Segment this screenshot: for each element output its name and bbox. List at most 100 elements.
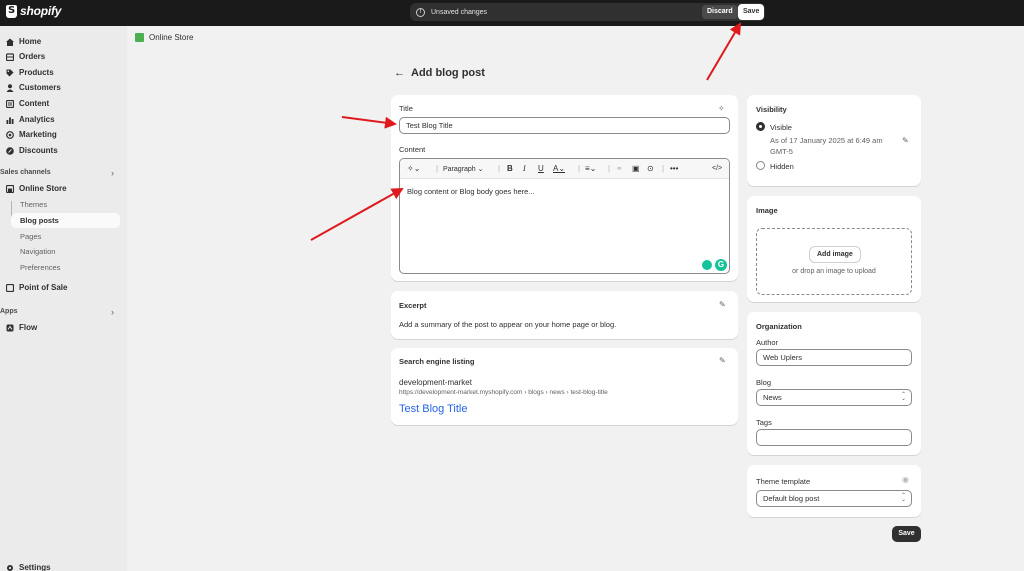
- sidebar-item-customers[interactable]: Customers: [6, 83, 61, 92]
- toolbar-divider: |: [498, 164, 501, 173]
- sidebar-item-home[interactable]: Home: [6, 37, 41, 46]
- sidebar-item-content[interactable]: Content: [6, 99, 49, 108]
- sidebar-item-online-store[interactable]: Online Store: [6, 184, 67, 193]
- text-color-icon[interactable]: A⌄: [553, 164, 565, 173]
- orders-icon: [6, 52, 14, 61]
- link-icon[interactable]: ⚭: [616, 164, 623, 173]
- hidden-radio[interactable]: [756, 161, 765, 170]
- blog-value: News: [763, 393, 782, 402]
- pencil-icon[interactable]: ✎: [902, 136, 909, 145]
- pencil-icon[interactable]: ✎: [719, 300, 726, 309]
- ai-sparkle-icon[interactable]: ✧⌄: [407, 164, 420, 173]
- toolbar-divider: |: [436, 164, 439, 173]
- page-title: ← Add blog post: [394, 67, 485, 79]
- save-button-top[interactable]: Save: [738, 4, 765, 20]
- author-value: Web Uplers: [763, 353, 803, 362]
- shopify-logo[interactable]: shopify: [6, 4, 61, 18]
- align-icon[interactable]: ≡⌄: [585, 164, 596, 173]
- save-button-bottom[interactable]: Save: [892, 526, 921, 542]
- sidebar-item-orders[interactable]: Orders: [6, 52, 45, 61]
- blog-select[interactable]: News ⌃ ⌄: [756, 389, 912, 406]
- sidebar-subitem-pages[interactable]: Pages: [20, 232, 41, 241]
- home-icon: [6, 38, 14, 46]
- sidebar-item-discounts[interactable]: Discounts: [6, 146, 58, 155]
- online-store-icon: [135, 33, 144, 42]
- image-card: Image Add image or drop an image to uplo…: [747, 196, 921, 302]
- breadcrumb-label: Online Store: [149, 33, 194, 42]
- paragraph-select[interactable]: Paragraph ⌄: [443, 165, 484, 173]
- bold-icon[interactable]: B: [507, 164, 513, 173]
- drop-image-text: or drop an image to upload: [792, 268, 876, 275]
- sidebar-item-analytics[interactable]: Analytics: [6, 115, 55, 124]
- breadcrumb[interactable]: Online Store: [135, 33, 193, 42]
- sidebar-subitem-themes[interactable]: Themes: [20, 200, 47, 209]
- sidebar-item-label: Analytics: [19, 115, 55, 124]
- sidebar-item-settings[interactable]: Settings: [6, 563, 51, 571]
- visible-timezone: GMT-5: [770, 147, 793, 156]
- post-card: Title ✧ Test Blog Title Content ✧⌄ | Par…: [391, 95, 738, 281]
- visible-radio[interactable]: [756, 122, 765, 131]
- seo-url: https://development-market.myshopify.com…: [399, 389, 608, 396]
- toolbar-divider: |: [578, 164, 581, 173]
- italic-icon[interactable]: I: [523, 164, 526, 173]
- sidebar-item-flow[interactable]: Flow: [6, 323, 37, 332]
- more-icon[interactable]: •••: [670, 164, 678, 173]
- sidebar-item-label: Online Store: [19, 184, 67, 193]
- sidebar-subitem-preferences[interactable]: Preferences: [20, 263, 60, 272]
- pos-icon: [6, 283, 14, 292]
- add-image-button[interactable]: Add image: [810, 247, 860, 262]
- magic-sparkle-icon[interactable]: ✧: [718, 104, 725, 113]
- arrow-to-title: [341, 116, 397, 129]
- discard-button[interactable]: Discard: [702, 5, 738, 19]
- sidebar-item-label: Customers: [19, 83, 61, 92]
- visible-date: As of 17 January 2025 at 6:49 am: [770, 136, 883, 145]
- chevron-right-icon[interactable]: ›: [111, 168, 114, 178]
- lightbulb-icon[interactable]: [702, 260, 712, 270]
- discount-icon: [6, 146, 14, 155]
- sidebar-subitem-navigation[interactable]: Navigation: [20, 247, 55, 256]
- arrow-to-save: [706, 22, 742, 81]
- tags-input[interactable]: [756, 429, 912, 446]
- sidebar-item-point-of-sale[interactable]: Point of Sale: [6, 283, 67, 292]
- sidebar-item-products[interactable]: Products: [6, 68, 54, 77]
- title-input-value: Test Blog Title: [406, 121, 453, 130]
- organization-heading: Organization: [756, 322, 802, 331]
- target-icon: [6, 130, 14, 139]
- seo-card: Search engine listing ✎ development-mark…: [391, 348, 738, 425]
- author-input[interactable]: Web Uplers: [756, 349, 912, 366]
- chevron-right-icon[interactable]: ›: [111, 307, 114, 317]
- sidebar-item-marketing[interactable]: Marketing: [6, 130, 57, 139]
- eye-icon[interactable]: ◉: [902, 475, 909, 484]
- back-arrow-icon[interactable]: ←: [394, 67, 405, 79]
- theme-template-card: Theme template ◉ Default blog post ⌃ ⌄: [747, 465, 921, 517]
- unsaved-message: Unsaved changes: [431, 8, 488, 16]
- visible-label: Visible: [770, 123, 792, 132]
- grammarly-icon[interactable]: G: [715, 259, 727, 271]
- flow-icon: [6, 324, 14, 332]
- pencil-icon[interactable]: ✎: [719, 356, 726, 365]
- underline-icon[interactable]: U: [538, 164, 544, 173]
- video-icon[interactable]: ⊙: [647, 164, 654, 173]
- image-icon[interactable]: ▣: [632, 164, 640, 173]
- code-view-icon[interactable]: </>: [712, 165, 722, 172]
- image-heading: Image: [756, 206, 778, 215]
- arrow-to-content: [310, 188, 404, 241]
- visibility-card: Visibility Visible As of 17 January 2025…: [747, 95, 921, 186]
- sidebar-subitem-blog-posts[interactable]: Blog posts: [11, 213, 120, 228]
- seo-heading: Search engine listing: [399, 357, 475, 366]
- title-input[interactable]: Test Blog Title: [399, 117, 730, 134]
- sidebar-item-label: Content: [19, 99, 50, 108]
- sidebar-item-label: Flow: [19, 323, 38, 332]
- content-text: Blog content or Blog body goes here...: [407, 187, 535, 196]
- sales-channels-heading: Sales channels: [0, 169, 51, 176]
- excerpt-card: Excerpt ✎ Add a summary of the post to a…: [391, 291, 738, 339]
- theme-template-heading: Theme template: [756, 477, 811, 486]
- content-editor[interactable]: ✧⌄ | Paragraph ⌄ | B I U A⌄ | ≡⌄ | ⚭ ▣ ⊙…: [399, 158, 730, 274]
- sidebar-item-label: Point of Sale: [19, 283, 68, 292]
- theme-template-select[interactable]: Default blog post ⌃ ⌄: [756, 490, 912, 507]
- apps-heading: Apps: [0, 308, 18, 315]
- top-bar: shopify ! Unsaved changes Discard Save: [0, 0, 1024, 26]
- sidebar-item-label: Settings: [19, 563, 51, 571]
- image-dropzone[interactable]: Add image or drop an image to upload: [756, 228, 912, 295]
- blog-label: Blog: [756, 378, 772, 387]
